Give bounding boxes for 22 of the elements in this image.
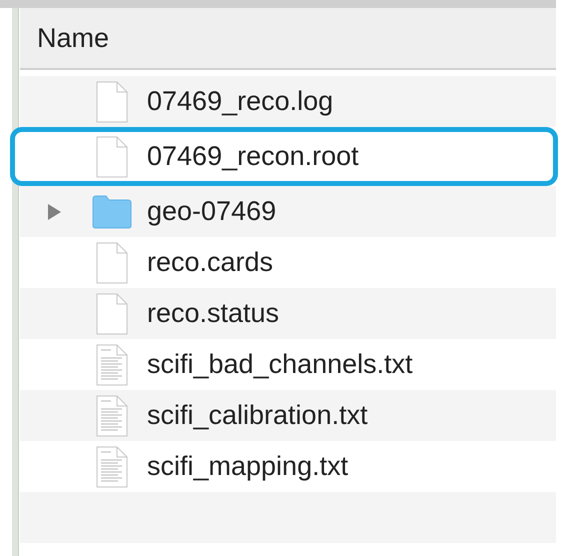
file-name: 07469_reco.log: [147, 85, 334, 118]
file-name: 07469_recon.root: [147, 140, 359, 174]
text-file-icon: [96, 394, 128, 436]
file-row[interactable]: reco.status: [20, 288, 556, 339]
file-icon: [96, 242, 128, 284]
file-icon: [96, 80, 128, 122]
file-name: scifi_bad_channels.txt: [147, 348, 413, 382]
text-file-icon: [96, 446, 128, 488]
file-row[interactable]: 07469_recon.root: [10, 127, 558, 186]
file-name: reco.cards: [147, 246, 274, 280]
file-name: scifi_mapping.txt: [147, 450, 348, 484]
file-row[interactable]: scifi_calibration.txt: [20, 390, 556, 441]
file-row[interactable]: geo-07469: [20, 186, 556, 237]
file-icon: [96, 136, 128, 178]
file-icon: [96, 292, 128, 334]
column-header[interactable]: Name: [20, 8, 556, 70]
file-row[interactable]: 07469_reco.log: [20, 76, 556, 127]
text-file-icon: [96, 344, 128, 386]
folder-icon: [92, 194, 132, 228]
file-name: reco.status: [147, 297, 280, 330]
file-name: geo-07469: [147, 195, 276, 228]
file-name: scifi_calibration.txt: [147, 399, 368, 432]
